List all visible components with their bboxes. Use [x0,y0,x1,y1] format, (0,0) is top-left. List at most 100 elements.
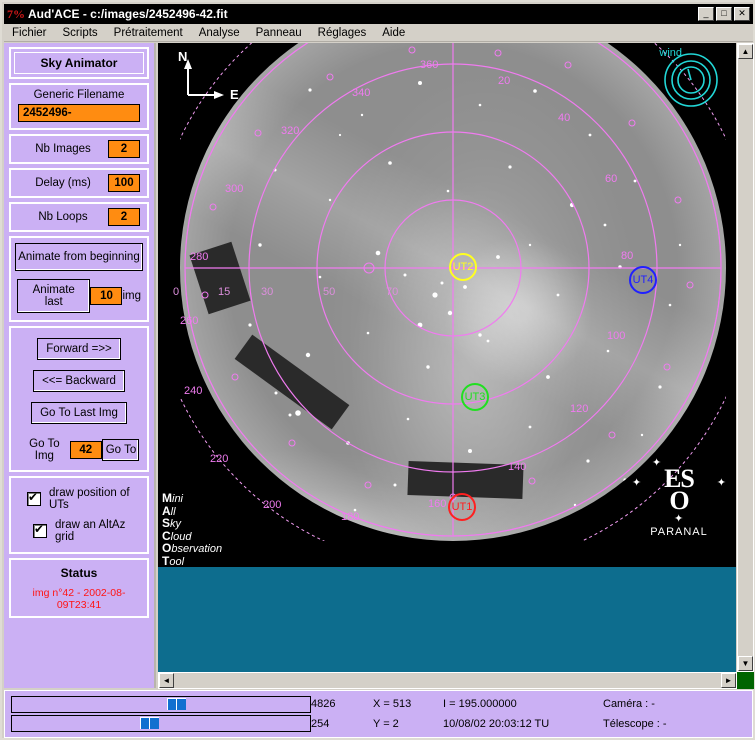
telescope-label-ut3: UT3 [464,391,486,403]
compass-north-label: N [178,49,188,64]
az-label-160: 160 [428,498,447,510]
nb-images-group: Nb Images 2 [9,134,149,164]
minimize-icon: _ [703,8,709,18]
backward-button[interactable]: <<= Backward [33,370,125,392]
draw-altaz-grid-checkbox[interactable] [33,522,47,538]
menu-item-fichier[interactable]: Fichier [4,26,55,40]
az-label-260: 260 [180,315,199,327]
az-label-80: 80 [621,250,634,262]
maximize-button[interactable]: □ [716,7,732,21]
image-viewport[interactable]: 360 20 40 60 80 100 120 140 160 180 200 … [158,43,736,672]
menu-item-pretraitement[interactable]: Prétraitement [106,26,191,40]
close-button[interactable]: ✕ [734,7,750,21]
delay-group: Delay (ms) 100 [9,168,149,198]
animate-group: Animate from beginning Animate last 10 i… [9,236,149,322]
telescope-marker-ut3[interactable]: UT3 [461,383,489,411]
scroll-right-button[interactable]: ► [721,673,736,688]
eso-star-bottom-icon: ✦ [674,513,684,525]
display-sliders [5,694,311,734]
scroll-down-button[interactable]: ▼ [738,656,753,671]
eso-star-left-icon: ✦ [632,477,642,489]
navigation-group: Forward =>> <<= Backward Go To Last Img … [9,326,149,472]
telescope-label-ut2: UT2 [452,261,474,273]
draw-uts-checkbox[interactable] [27,490,41,506]
animate-last-button[interactable]: Animate last [17,279,91,313]
mascot-rest-o: bservation [171,543,223,555]
go-to-img-label: Go To Img [29,438,60,462]
telescope-marker-ut4[interactable]: UT4 [629,266,657,294]
menu-item-analyse[interactable]: Analyse [191,26,248,40]
alt-label-70: 70 [386,286,399,298]
mascot-rest-a: ll [170,505,176,518]
az-label-180: 180 [341,511,360,523]
animate-last-input[interactable]: 10 [90,287,123,305]
menu-item-scripts[interactable]: Scripts [55,26,106,40]
vertical-scrollbar[interactable]: ▲ ▼ [737,43,754,672]
wind-indicator-icon [664,53,718,107]
mascot-rest-s: ky [170,518,182,530]
az-label-140: 140 [508,461,527,473]
low-cut-slider[interactable] [11,715,311,732]
checkbox-row-uts[interactable]: draw position of UTs [13,483,145,515]
alt-label-0: 0 [173,286,180,298]
telescope-marker-ut1[interactable]: UT1 [448,493,476,521]
delay-input[interactable]: 100 [108,174,140,192]
generic-filename-group: Generic Filename 2452496- [9,83,149,130]
nb-images-label: Nb Images [35,143,91,155]
eso-logo-bottom: O [669,486,689,515]
scrollbar-corner [737,672,754,689]
scroll-up-button[interactable]: ▲ [738,44,753,59]
application-window: 7% Aud'ACE - c:/images/2452496-42.fit _ … [0,0,755,740]
forward-button[interactable]: Forward =>> [37,338,121,360]
status-message: img n°42 - 2002-08-09T23:41 [32,587,126,611]
mascot-rest-t: ool [169,555,185,568]
status-header: Status [14,563,144,583]
az-label-40: 40 [558,112,571,124]
nb-loops-input[interactable]: 2 [108,208,140,226]
status-bar: 4826 254 X = 513 Y = 2 I = 195.000000 10… [4,690,753,738]
az-label-200: 200 [263,499,282,511]
low-cut-value: 254 [311,718,330,730]
go-to-img-input[interactable]: 42 [69,441,102,459]
go-to-button[interactable]: Go To [101,439,139,461]
status-values: 4826 254 X = 513 Y = 2 I = 195.000000 10… [311,694,667,734]
az-label-340: 340 [352,87,371,99]
observatory-name: PARANAL [650,526,708,538]
menu-item-reglages[interactable]: Réglages [310,26,375,40]
eso-star-top-icon: ✦ [652,457,662,469]
low-cut-slider-thumb[interactable] [140,717,159,729]
go-to-last-img-button[interactable]: Go To Last Img [31,402,127,424]
maximize-icon: □ [721,8,727,18]
window-controls: _ □ ✕ [698,7,750,21]
checkbox-row-grid[interactable]: draw an AltAz grid [13,515,145,547]
az-label-320: 320 [281,125,300,137]
alt-label-15: 15 [218,286,231,298]
intensity-value: I = 195.000000 [443,698,517,710]
nb-images-input[interactable]: 2 [108,140,140,158]
high-cut-slider[interactable] [11,696,311,713]
az-label-220: 220 [210,453,229,465]
menu-item-panneau[interactable]: Panneau [248,26,310,40]
minimize-button[interactable]: _ [698,7,714,21]
alt-label-50: 50 [323,286,336,298]
menu-bar: Fichier Scripts Prétraitement Analyse Pa… [4,24,753,42]
window-title: Aud'ACE - c:/images/2452496-42.fit [28,7,228,21]
high-cut-value: 4826 [311,698,336,710]
scroll-left-button[interactable]: ◄ [159,673,174,688]
nb-loops-group: Nb Loops 2 [9,202,149,232]
camera-status: Caméra : - [603,698,655,710]
telescope-marker-ut2[interactable]: UT2 [449,253,477,281]
horizontal-scrollbar[interactable]: ◄ ► [158,672,737,689]
draw-altaz-grid-label: draw an AltAz grid [55,519,126,543]
animate-from-beginning-button[interactable]: Animate from beginning [15,243,143,271]
menu-item-aide[interactable]: Aide [374,26,413,40]
eso-logo: ✦ ✦ ✦ ES O ✦ PARANAL [632,457,726,538]
high-cut-slider-thumb[interactable] [167,698,186,710]
delay-label: Delay (ms) [35,177,91,189]
datetime-value: 10/08/02 20:03:12 TU [443,718,550,730]
x-coordinate: X = 513 [373,698,412,710]
generic-filename-input[interactable]: 2452496- [18,104,140,122]
az-label-20: 20 [498,75,511,87]
telescope-label-ut4: UT4 [632,274,654,286]
az-label-240: 240 [184,385,203,397]
